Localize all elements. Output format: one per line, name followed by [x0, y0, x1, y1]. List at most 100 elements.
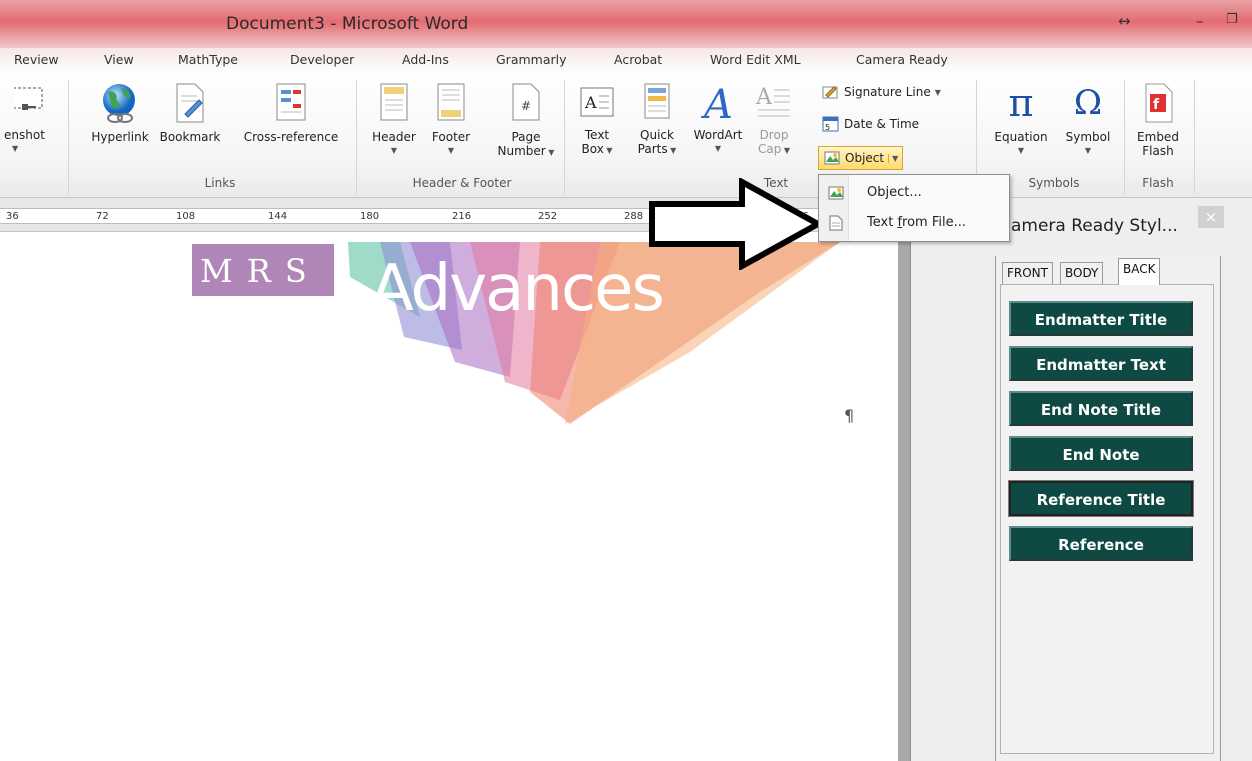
- cross-reference-icon: [276, 83, 306, 121]
- pane-splitter[interactable]: [898, 198, 910, 761]
- equation-label: Equation: [994, 130, 1048, 144]
- ruler-mark: 108: [176, 211, 196, 222]
- screenshot-button[interactable]: enshot ▼: [0, 82, 62, 156]
- links-group-label: Links: [204, 176, 236, 190]
- camera-ready-styles-pane: amera Ready Styl... × FRONT BODY BACK En…: [910, 198, 1252, 761]
- tab-view[interactable]: View: [104, 52, 134, 67]
- signature-line-label: Signature Line: [844, 85, 931, 99]
- tab-add-ins[interactable]: Add-Ins: [402, 52, 449, 67]
- ribbon: enshot ▼ Hyperlink Bookmark Cross-refere…: [0, 74, 1252, 198]
- page-number-icon: #: [512, 83, 540, 121]
- ribbon-tabs: Review View MathType Developer Add-Ins G…: [0, 48, 1252, 74]
- tab-developer[interactable]: Developer: [290, 52, 354, 67]
- symbols-group-label: Symbols: [1028, 176, 1080, 190]
- wordart-label: WordArt: [693, 128, 743, 142]
- end-note-title-button[interactable]: End Note Title: [1009, 391, 1193, 426]
- end-note-button[interactable]: End Note: [1009, 436, 1193, 471]
- menu-object-label: Object...: [867, 185, 922, 200]
- symbol-label: Symbol: [1065, 130, 1111, 144]
- omega-icon: Ω: [1073, 83, 1103, 123]
- tab-grammarly[interactable]: Grammarly: [496, 52, 567, 67]
- back-tab-panel: Endmatter Title Endmatter Text End Note …: [1000, 284, 1214, 754]
- object-dropdown-arrow[interactable]: ▼: [888, 153, 898, 163]
- reference-button[interactable]: Reference: [1009, 526, 1193, 561]
- date-time-label: Date & Time: [844, 117, 920, 131]
- footer-icon: [437, 83, 465, 121]
- svg-text:A: A: [756, 85, 773, 110]
- embed-flash-button[interactable]: f Embed Flash: [1130, 82, 1186, 158]
- svg-text:#: #: [521, 99, 531, 113]
- menu-item-text-from-file[interactable]: Text from File...: [819, 209, 1009, 237]
- title-bar: Document3 - Microsoft Word ↔ – ❐: [0, 0, 1252, 48]
- logo-mrs-text: MRS: [200, 252, 321, 290]
- resize-icon[interactable]: ↔: [1118, 12, 1131, 30]
- text-file-icon: [829, 215, 843, 231]
- object-label: Object: [845, 151, 885, 165]
- hyperlink-button[interactable]: Hyperlink: [90, 82, 150, 144]
- tab-review[interactable]: Review: [14, 52, 59, 67]
- text-box-icon: A: [580, 87, 614, 117]
- ruler-mark: 36: [6, 211, 19, 222]
- flash-group-label: Flash: [1142, 176, 1174, 190]
- equation-button[interactable]: π Equation ▼: [986, 82, 1056, 158]
- arrow-annotation-icon: [649, 178, 825, 270]
- wordart-button[interactable]: A WordArt ▼: [690, 82, 746, 156]
- pi-icon: π: [1008, 81, 1034, 125]
- pane-title: amera Ready Styl...: [1011, 216, 1178, 236]
- date-time-button[interactable]: 5 Date & Time: [822, 116, 919, 132]
- cross-reference-button[interactable]: Cross-reference: [232, 82, 350, 144]
- header-label: Header: [372, 130, 416, 144]
- menu-text-from-file-label-end: rom File...: [902, 215, 966, 230]
- svg-text:5: 5: [825, 123, 830, 132]
- restore-button[interactable]: ❐: [1226, 12, 1238, 27]
- header-icon: [380, 83, 408, 121]
- reference-title-button[interactable]: Reference Title: [1008, 480, 1194, 517]
- ruler-mark: 216: [452, 211, 472, 222]
- object-split-button[interactable]: Object ▼: [818, 146, 904, 170]
- minimize-button[interactable]: –: [1196, 12, 1204, 30]
- tab-back[interactable]: BACK: [1118, 258, 1161, 285]
- page-number-button[interactable]: # Page Number ▼: [494, 82, 558, 160]
- mrs-advances-logo: MRS Advances: [192, 242, 840, 424]
- endmatter-text-button[interactable]: Endmatter Text: [1009, 346, 1193, 381]
- menu-item-object[interactable]: Object...: [819, 179, 1009, 207]
- document-page[interactable]: MRS Advances ¶: [0, 232, 898, 761]
- pane-tabs: FRONT BODY BACK: [996, 258, 1196, 285]
- window-title: Document3 - Microsoft Word: [226, 14, 469, 34]
- ruler-mark: 144: [268, 211, 288, 222]
- drop-cap-icon: A: [756, 85, 790, 117]
- bookmark-label: Bookmark: [159, 130, 221, 144]
- signature-line-button[interactable]: Signature Line ▼: [822, 84, 941, 100]
- wordart-icon: A: [700, 82, 733, 122]
- calendar-icon: 5: [822, 116, 839, 132]
- quick-parts-label-2: Parts: [637, 142, 668, 156]
- svg-text:f: f: [1153, 97, 1160, 113]
- drop-cap-button[interactable]: A Drop Cap ▼: [752, 82, 796, 158]
- close-icon[interactable]: ×: [1198, 206, 1224, 228]
- quick-parts-button[interactable]: Quick Parts ▼: [632, 82, 682, 158]
- logo-advances-text: Advances: [370, 252, 663, 326]
- paragraph-mark: ¶: [844, 406, 855, 425]
- svg-text:A: A: [700, 82, 733, 122]
- tab-word-edit-xml[interactable]: Word Edit XML: [710, 52, 801, 67]
- text-box-button[interactable]: A Text Box ▼: [572, 82, 622, 158]
- screenshot-label: enshot: [4, 128, 45, 142]
- tab-acrobat[interactable]: Acrobat: [614, 52, 662, 67]
- drop-cap-label-1: Drop: [759, 128, 789, 142]
- bookmark-icon: [176, 83, 204, 123]
- endmatter-title-button[interactable]: Endmatter Title: [1009, 301, 1193, 336]
- cross-reference-label: Cross-reference: [243, 130, 339, 144]
- embed-label-2: Flash: [1142, 144, 1174, 158]
- symbol-button[interactable]: Ω Symbol ▼: [1058, 82, 1118, 158]
- tab-front[interactable]: FRONT: [1002, 262, 1053, 284]
- embed-flash-icon: f: [1145, 83, 1173, 123]
- ruler-mark: 180: [360, 211, 380, 222]
- header-button[interactable]: Header ▼: [366, 82, 422, 158]
- bookmark-button[interactable]: Bookmark: [152, 82, 228, 144]
- ruler-mark: 72: [96, 211, 109, 222]
- footer-button[interactable]: Footer ▼: [424, 82, 478, 158]
- tab-mathtype[interactable]: MathType: [178, 52, 238, 67]
- tab-body[interactable]: BODY: [1060, 262, 1104, 284]
- pane-content: FRONT BODY BACK Endmatter Title Endmatte…: [995, 256, 1221, 761]
- tab-camera-ready[interactable]: Camera Ready: [856, 52, 948, 67]
